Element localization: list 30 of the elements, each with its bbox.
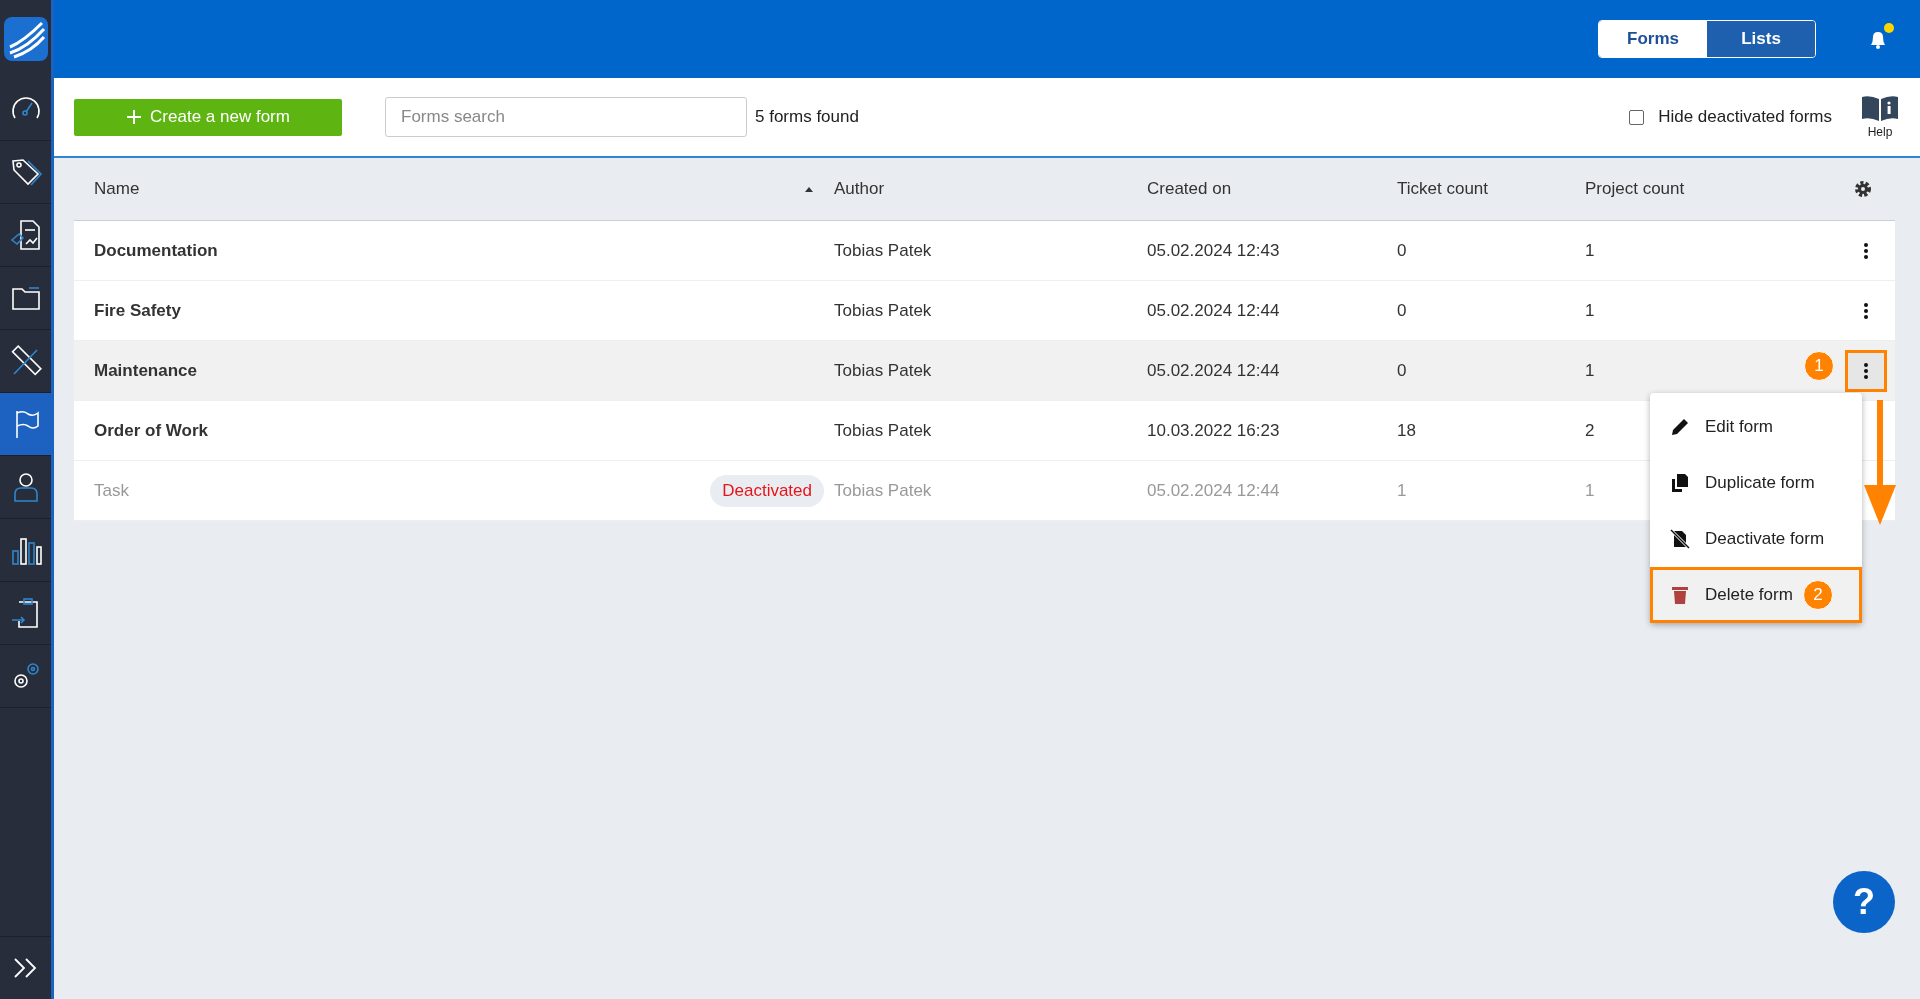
table-cell: Task [94, 480, 129, 501]
table-cell: 1 [1585, 300, 1595, 321]
table-cell: 05.02.2024 12:44 [1147, 360, 1280, 381]
step-number: 2 [1802, 580, 1833, 610]
table-cell: Tobias Patek [834, 300, 932, 321]
table-cell: 1 [1585, 480, 1595, 501]
table-cell: 05.02.2024 12:44 [1147, 300, 1280, 321]
status-badge: Deactivated [710, 474, 824, 507]
table-cell: 10.03.2022 16:23 [1147, 420, 1280, 441]
table-cell: 18 [1397, 420, 1416, 441]
table-cell: 1 [1585, 240, 1595, 261]
table-cell: 05.02.2024 12:43 [1147, 240, 1280, 261]
table-cell: 0 [1397, 240, 1407, 261]
table-cell: 05.02.2024 12:44 [1147, 480, 1280, 501]
table-cell: Maintenance [94, 360, 197, 381]
table-cell: Tobias Patek [834, 420, 932, 441]
table-cell: 1 [1397, 480, 1407, 501]
table-cell: 1 [1585, 360, 1595, 381]
table-cell: 0 [1397, 360, 1407, 381]
checkbox-label: Hide deactivated forms [1658, 107, 1832, 127]
table-cell: Tobias Patek [834, 480, 932, 501]
table-cell: 0 [1397, 300, 1407, 321]
table-cell: Documentation [94, 240, 218, 261]
table-cell: Fire Safety [94, 300, 181, 321]
table-cell: Tobias Patek [834, 360, 932, 381]
table-cell: 2 [1585, 420, 1595, 441]
table-cell: Tobias Patek [834, 240, 932, 261]
help-label: Help [1867, 125, 1893, 139]
table-cell: Order of Work [94, 420, 208, 441]
result-count: 5 forms found [755, 107, 859, 127]
